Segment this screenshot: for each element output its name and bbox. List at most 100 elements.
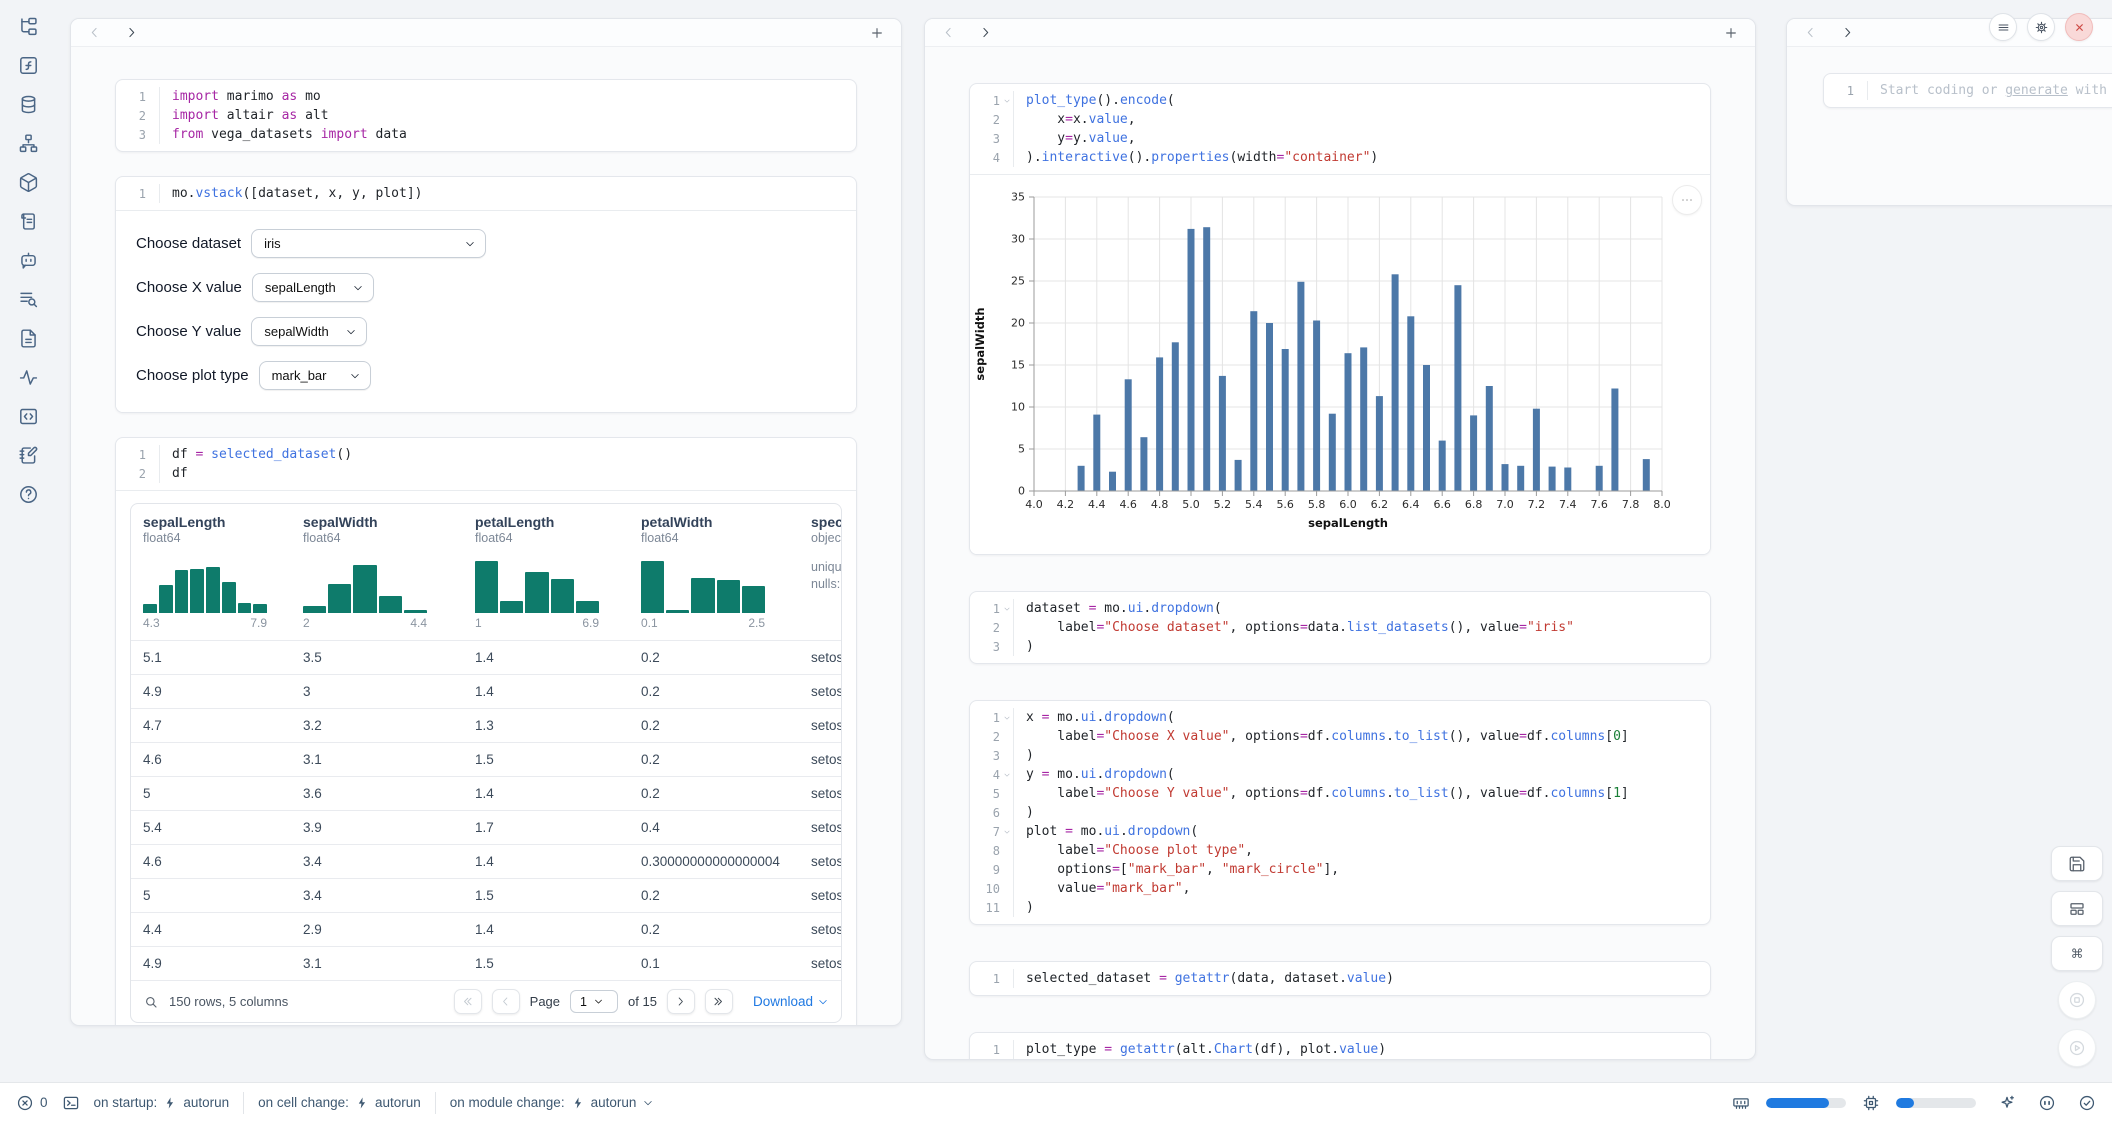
page-select[interactable]: 1 xyxy=(570,990,618,1013)
column-header-sepalLength: sepalLengthfloat644.37.9 xyxy=(131,504,291,640)
table-cell: 3.9 xyxy=(291,811,463,844)
last-page-button[interactable] xyxy=(705,989,733,1014)
cell-imports[interactable]: 1import marimo as mo2import altair as al… xyxy=(115,79,857,152)
column-forward-button[interactable] xyxy=(978,25,993,40)
cell-vstack[interactable]: 1mo.vstack([dataset, x, y, plot])Choose … xyxy=(115,176,857,413)
status-bar: 0 on startup:autorun on cell change:autoru… xyxy=(0,1082,2112,1122)
notebook-action-buttons: ⌘ xyxy=(2051,846,2103,1067)
fold-toggle-icon[interactable] xyxy=(1000,599,1013,618)
search-icon[interactable] xyxy=(143,994,159,1010)
dropdown-select-2[interactable]: sepalLength xyxy=(252,273,374,302)
first-page-button[interactable] xyxy=(454,989,482,1014)
error-indicator[interactable]: 0 xyxy=(16,1094,48,1112)
check-circle-button[interactable] xyxy=(2078,1094,2096,1112)
cell-dataframe[interactable]: 1df = selected_dataset()2df sepalLengthfl… xyxy=(115,437,857,1026)
runtime-config-2[interactable]: on cell change:autorun xyxy=(258,1095,421,1110)
svg-text:15: 15 xyxy=(1011,359,1025,372)
code-editor[interactable]: 1import marimo as mo2import altair as al… xyxy=(116,80,856,151)
fold-toggle-icon[interactable] xyxy=(1000,822,1013,841)
svg-text:⌘: ⌘ xyxy=(2071,947,2084,962)
add-cell-button[interactable] xyxy=(1723,25,1739,41)
line-number-gutter: 11 xyxy=(970,898,1014,917)
shortcuts-button[interactable]: ⌘ xyxy=(2051,936,2103,971)
bar-chart[interactable]: 4.04.24.44.64.85.05.25.45.65.86.06.26.46… xyxy=(970,179,1711,547)
code-editor[interactable]: 1x = mo.ui.dropdown(2 label="Choose X va… xyxy=(970,701,1710,924)
sidebar-item-file-explorer[interactable] xyxy=(16,14,40,38)
sidebar-item-variables[interactable] xyxy=(16,53,40,77)
column-forward-button[interactable] xyxy=(1840,25,1855,40)
sidebar-item-packages[interactable] xyxy=(16,170,40,194)
runtime-config-3[interactable]: on module change:autorun xyxy=(450,1095,655,1110)
code-editor[interactable]: 1plot_type = getattr(alt.Chart(df), plot… xyxy=(970,1033,1710,1060)
column-header-petalWidth: petalWidthfloat640.12.5 xyxy=(629,504,799,640)
menu-button[interactable] xyxy=(1989,13,2017,41)
next-page-button[interactable] xyxy=(667,989,695,1014)
sidebar-item-outline[interactable] xyxy=(16,287,40,311)
runtime-config-1[interactable]: on startup:autorun xyxy=(94,1095,230,1110)
sidebar-item-documentation[interactable] xyxy=(16,326,40,350)
svg-text:30: 30 xyxy=(1011,233,1025,246)
cell-plot-cell[interactable]: 1plot_type().encode(2 x=x.value,3 y=y.va… xyxy=(969,83,1711,555)
column-header-petalLength: petalLengthfloat6416.9 xyxy=(463,504,629,640)
range-max: 6.9 xyxy=(582,616,599,630)
package-icon xyxy=(18,172,39,193)
column-back-button[interactable] xyxy=(87,25,102,40)
svg-text:4.6: 4.6 xyxy=(1119,498,1137,511)
sidebar-item-datasources[interactable] xyxy=(16,92,40,116)
shutdown-button[interactable] xyxy=(2065,13,2093,41)
run-button[interactable] xyxy=(2058,1029,2096,1067)
fold-toggle-icon[interactable] xyxy=(1000,91,1013,110)
svg-text:7.6: 7.6 xyxy=(1590,498,1608,511)
generate-link[interactable]: generate xyxy=(2005,83,2068,98)
column-back-button[interactable] xyxy=(1803,25,1818,40)
cell-placeholder[interactable]: Start coding or generate with xyxy=(1868,83,2107,98)
line-number: 1 xyxy=(970,94,1000,108)
column-forward-button[interactable] xyxy=(124,25,139,40)
code-editor[interactable]: 1df = selected_dataset()2df xyxy=(116,438,856,490)
save-button[interactable] xyxy=(2051,846,2103,881)
download-button[interactable]: Download xyxy=(753,994,829,1009)
line-number: 9 xyxy=(970,863,1000,877)
sparkles-button[interactable] xyxy=(1998,1094,2016,1112)
range-min: 1 xyxy=(475,616,482,630)
chart-actions-menu-button[interactable] xyxy=(1672,185,1702,215)
stop-button[interactable] xyxy=(2058,981,2096,1019)
settings-button[interactable] xyxy=(2027,13,2055,41)
dropdown-select-4[interactable]: mark_bar xyxy=(259,361,371,390)
cell-xy-plot-dropdowns[interactable]: 1x = mo.ui.dropdown(2 label="Choose X va… xyxy=(969,700,1711,925)
terminal-button[interactable] xyxy=(62,1094,80,1112)
help-circle-icon xyxy=(18,484,39,505)
layout-button[interactable] xyxy=(2051,891,2103,926)
sidebar-item-help[interactable] xyxy=(16,482,40,506)
code-editor[interactable]: 1mo.vstack([dataset, x, y, plot]) xyxy=(116,177,856,210)
empty-cell[interactable]: 1 Start coding or generate with xyxy=(1823,73,2112,108)
fold-toggle-icon[interactable] xyxy=(1000,708,1013,727)
dropdown-select-1[interactable]: iris xyxy=(251,229,486,258)
sidebar-item-tracing[interactable] xyxy=(16,365,40,389)
add-cell-button[interactable] xyxy=(869,25,885,41)
chevron-down-icon xyxy=(642,1097,654,1109)
dropdown-select-3[interactable]: sepalWidth xyxy=(251,317,367,346)
code-editor[interactable]: 1plot_type().encode(2 x=x.value,3 y=y.va… xyxy=(970,84,1710,174)
cell-plot-type[interactable]: 1plot_type = getattr(alt.Chart(df), plot… xyxy=(969,1032,1711,1060)
copilot-button[interactable] xyxy=(2038,1094,2056,1112)
cell-dataset-dropdown[interactable]: 1dataset = mo.ui.dropdown(2 label="Choos… xyxy=(969,591,1711,664)
code-editor[interactable]: 1dataset = mo.ui.dropdown(2 label="Choos… xyxy=(970,592,1710,663)
histogram-bar xyxy=(500,601,523,613)
sidebar-item-dependencies[interactable] xyxy=(16,131,40,155)
sidebar-item-logs[interactable] xyxy=(16,209,40,233)
previous-page-button[interactable] xyxy=(492,989,520,1014)
svg-text:5.6: 5.6 xyxy=(1276,498,1294,511)
sidebar-item-chat[interactable] xyxy=(16,248,40,272)
line-number: 1 xyxy=(116,448,146,462)
sidebar-item-snippets[interactable] xyxy=(16,404,40,428)
cell-selected-dataset[interactable]: 1selected_dataset = getattr(data, datase… xyxy=(969,961,1711,996)
statusbar-right xyxy=(1732,1094,2096,1112)
line-number-gutter: 1 xyxy=(116,445,160,464)
column-back-button[interactable] xyxy=(941,25,956,40)
cell-output-vstack: Choose datasetirisChoose X valuesepalLen… xyxy=(116,210,856,412)
code-editor[interactable]: 1 Start coding or generate with xyxy=(1824,74,2112,107)
code-editor[interactable]: 1selected_dataset = getattr(data, datase… xyxy=(970,962,1710,995)
fold-toggle-icon[interactable] xyxy=(1000,765,1013,784)
sidebar-item-scratchpad[interactable] xyxy=(16,443,40,467)
